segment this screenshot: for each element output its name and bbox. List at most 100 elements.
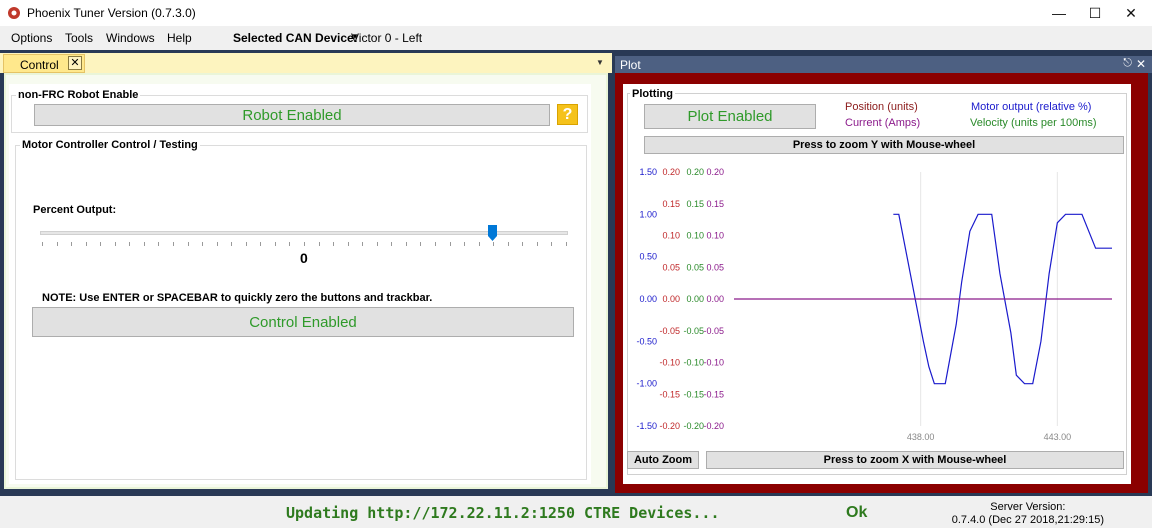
current-axis-tick: 0.05 (706, 262, 724, 272)
plot-enabled-button[interactable]: Plot Enabled (644, 104, 816, 129)
slider-tick (216, 242, 218, 246)
slider-tick (114, 242, 116, 246)
slider-tick (85, 242, 87, 246)
can-device-select[interactable]: Victor 0 - Left ▼ (345, 28, 615, 48)
percent-output-value: 0 (300, 250, 308, 266)
server-version-label: Server Version: (990, 501, 1066, 513)
slider-tick (347, 242, 349, 246)
current-axis-tick: -0.05 (703, 326, 724, 336)
slider-thumb[interactable] (488, 225, 498, 241)
slider-tick (173, 242, 174, 246)
status-bar: Updating http://172.22.11.2:1250 CTRE De… (0, 496, 1152, 528)
current-axis-tick: 0.10 (706, 231, 724, 241)
position-axis-tick: -0.05 (659, 326, 680, 336)
menu-options[interactable]: Options (11, 31, 52, 45)
control-enabled-button[interactable]: Control Enabled (32, 307, 574, 337)
menu-tools[interactable]: Tools (65, 31, 93, 45)
current-axis-tick: 0.00 (706, 294, 724, 304)
motor-axis-tick: 0.50 (639, 252, 657, 262)
slider-tick (405, 242, 407, 246)
motor-axis-tick: 0.00 (639, 294, 657, 304)
motor-axis-tick: -0.50 (636, 336, 657, 346)
slider-tick (187, 242, 189, 246)
x-tick-label: 443.00 (1044, 432, 1072, 442)
legend-position: Position (units) (845, 101, 918, 113)
menu-help[interactable]: Help (167, 31, 192, 45)
close-icon[interactable]: ✕ (68, 56, 82, 70)
slider-tick (245, 242, 247, 246)
robot-enabled-button[interactable]: Robot Enabled (34, 104, 550, 126)
percent-output-label: Percent Output: (33, 204, 117, 216)
velocity-axis-tick: -0.15 (683, 389, 704, 399)
current-axis-tick: -0.10 (703, 358, 724, 368)
x-tick-label: 438.00 (907, 432, 935, 442)
current-axis-tick: 0.20 (706, 167, 724, 177)
slider-tick (464, 242, 466, 246)
app-icon (8, 7, 20, 19)
pin-icon[interactable]: ⎋ (1123, 57, 1132, 70)
slider-tick (274, 242, 276, 246)
slider-tick (289, 242, 291, 246)
title-bar: Phoenix Tuner Version (0.7.3.0) — ☐ ✕ (0, 0, 1152, 26)
window-title: Phoenix Tuner Version (0.7.3.0) (27, 6, 196, 20)
slider-tick (420, 242, 422, 246)
slider-tick (551, 242, 553, 246)
slider-tick (536, 242, 538, 246)
slider-tick (478, 242, 480, 246)
tab-plot[interactable]: Plot (620, 58, 641, 72)
motor-axis-tick: 1.00 (639, 209, 657, 219)
plot-chart[interactable]: 438.00 443.00 1.50 1.00 0.50 0.00 -0.50 -1.00 -1… (624, 160, 1124, 446)
zoom-y-button[interactable]: Press to zoom Y with Mouse-wheel (644, 136, 1124, 154)
auto-zoom-button[interactable]: Auto Zoom (627, 451, 699, 469)
robot-enable-group-title: non-FRC Robot Enable (16, 89, 141, 101)
current-axis-tick: -0.15 (703, 389, 724, 399)
plot-tabstrip: Plot ⎋ ✕ (615, 56, 1152, 73)
velocity-axis-tick: 0.20 (686, 167, 704, 177)
velocity-axis-tick: 0.05 (686, 262, 704, 272)
current-axis-tick: -0.20 (703, 421, 724, 431)
slider-tick (260, 242, 262, 246)
slider-tick (449, 242, 451, 246)
velocity-axis-tick: -0.20 (683, 421, 704, 431)
position-axis-tick: -0.15 (659, 389, 680, 399)
zoom-x-button[interactable]: Press to zoom X with Mouse-wheel (706, 451, 1124, 469)
position-axis-tick: 0.15 (662, 199, 680, 209)
slider-tick (42, 242, 43, 246)
slider-tick (435, 242, 436, 246)
position-axis-tick: -0.20 (659, 421, 680, 431)
slider-tick (100, 242, 102, 246)
position-axis-tick: 0.20 (662, 167, 680, 177)
velocity-axis-tick: 0.15 (686, 199, 704, 209)
can-device-label: Selected CAN Device: (233, 31, 358, 45)
status-text: Updating http://172.22.11.2:1250 CTRE De… (286, 504, 720, 522)
slider-tick (391, 242, 393, 246)
slider-tick (143, 242, 145, 246)
zero-note: NOTE: Use ENTER or SPACEBAR to quickly z… (42, 292, 433, 304)
close-icon[interactable]: ✕ (1108, 0, 1152, 26)
status-ok: Ok (846, 504, 868, 521)
position-axis-tick: 0.00 (662, 294, 680, 304)
server-version-value: 0.7.4.0 (Dec 27 2018,21:29:15) (951, 514, 1104, 526)
legend-velocity: Velocity (units per 100ms) (970, 117, 1097, 129)
position-axis-tick: -0.10 (659, 358, 680, 368)
motor-axis-tick: 1.50 (639, 167, 657, 177)
chevron-down-icon: ▼ (351, 32, 359, 41)
chevron-down-icon[interactable]: ▼ (596, 58, 604, 67)
current-axis-tick: 0.15 (706, 199, 724, 209)
help-icon[interactable]: ? (557, 104, 578, 125)
slider-tick (362, 242, 364, 246)
close-icon[interactable]: ✕ (1136, 57, 1146, 71)
tab-control[interactable]: Control ✕ (3, 54, 85, 73)
control-tabstrip (0, 53, 612, 73)
slider-tick (202, 242, 204, 246)
motor-axis-tick: -1.00 (636, 379, 657, 389)
menu-windows[interactable]: Windows (106, 31, 155, 45)
slider-tick (376, 242, 378, 246)
slider-tick (231, 242, 233, 246)
slider-tick (158, 242, 160, 246)
tab-control-label: Control (20, 58, 59, 72)
velocity-axis-tick: 0.10 (686, 231, 704, 241)
plotting-group-title: Plotting (630, 88, 675, 100)
slider-tick (566, 242, 567, 246)
slider-tick (522, 242, 524, 246)
